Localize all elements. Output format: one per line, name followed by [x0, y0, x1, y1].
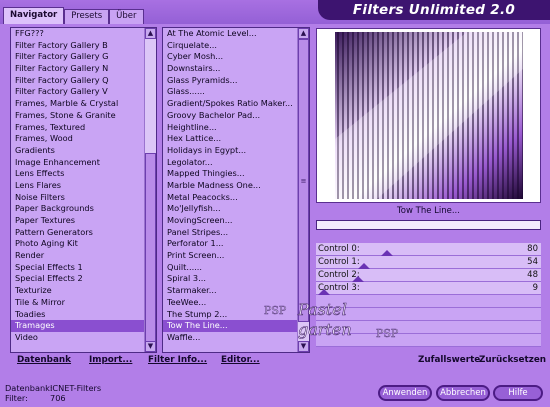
svg-text:Pastel: Pastel — [297, 300, 347, 319]
tab-ueber[interactable]: Über — [109, 9, 144, 24]
zufallswerte-button[interactable]: Zufallswerte — [418, 355, 480, 365]
category-item[interactable]: Toadies — [11, 309, 156, 321]
preview-image — [316, 28, 541, 203]
category-item[interactable]: Image Enhancement — [11, 157, 156, 169]
watermark-logo: PSP Pastel garten PSP — [264, 300, 399, 341]
category-item[interactable]: Video — [11, 332, 156, 344]
filter-item[interactable]: Print Screen... — [163, 250, 309, 262]
filter-item[interactable]: At The Atomic Level... — [163, 28, 309, 40]
filter-item[interactable]: Groovy Bachelor Pad... — [163, 110, 309, 122]
scroll-up-icon[interactable]: ▲ — [298, 28, 309, 39]
category-item[interactable]: Filter Factory Gallery G — [11, 51, 156, 63]
preview-graphic — [335, 32, 523, 199]
category-item[interactable]: Gradients — [11, 145, 156, 157]
filter-item[interactable]: Legolator... — [163, 157, 309, 169]
tab-navigator[interactable]: Navigator — [3, 7, 65, 24]
filter-item[interactable]: Mapped Thingies... — [163, 168, 309, 180]
scroll-thumb[interactable]: ≡ — [298, 39, 309, 322]
category-item[interactable]: Frames, Textured — [11, 122, 156, 134]
control-2-slider[interactable]: Control 2: 48 — [316, 269, 541, 282]
category-item[interactable]: Filter Factory Gallery V — [11, 86, 156, 98]
filter-item[interactable]: Mo'Jellyfish... — [163, 203, 309, 215]
filter-info-button[interactable]: Filter Info... — [148, 355, 207, 365]
control-value: 9 — [532, 283, 538, 293]
category-item[interactable]: Tramages — [11, 320, 156, 332]
category-item[interactable]: Filter Factory Gallery N — [11, 63, 156, 75]
category-item[interactable]: Pattern Generators — [11, 227, 156, 239]
control-label: Control 0: — [318, 244, 360, 254]
svg-text:PSP: PSP — [376, 327, 399, 340]
category-scrollbar[interactable]: ▲ ▼ — [144, 28, 156, 352]
filter-count-value: 706 — [50, 393, 66, 403]
filter-item[interactable]: Quilt...... — [163, 262, 309, 274]
scroll-thumb[interactable] — [145, 153, 156, 349]
control-value: 80 — [527, 244, 538, 254]
filter-item[interactable]: Gradient/Spokes Ratio Maker... — [163, 98, 309, 110]
progress-bar — [316, 220, 541, 230]
category-item[interactable]: Tile & Mirror — [11, 297, 156, 309]
datenbank-label: Datenbank: — [5, 383, 53, 393]
datenbank-value: ICNET-Filters — [50, 383, 102, 393]
control-label: Control 1: — [318, 257, 360, 267]
control-value: 54 — [527, 257, 538, 267]
control-0-slider[interactable]: Control 0: 80 — [316, 243, 541, 256]
filter-item[interactable]: Marble Madness One... — [163, 180, 309, 192]
category-item[interactable]: FFG??? — [11, 28, 156, 40]
category-item[interactable]: Frames, Marble & Crystal — [11, 98, 156, 110]
preview-filter-name: Tow The Line... — [397, 206, 460, 216]
datenbank-button[interactable]: Datenbank — [17, 355, 71, 365]
zuruecksetzen-button[interactable]: Zurücksetzen — [479, 355, 546, 365]
app-title: Filters Unlimited 2.0 — [318, 0, 550, 20]
category-item[interactable]: Special Effects 2 — [11, 273, 156, 285]
category-item[interactable]: Filter Factory Gallery B — [11, 40, 156, 52]
filter-item[interactable]: MovingScreen... — [163, 215, 309, 227]
category-item[interactable]: Special Effects 1 — [11, 262, 156, 274]
filter-item[interactable]: Cirquelate... — [163, 40, 309, 52]
filter-item[interactable]: Holidays in Egypt... — [163, 145, 309, 157]
category-item[interactable]: Frames, Stone & Granite — [11, 110, 156, 122]
abbrechen-button[interactable]: Abbrechen — [436, 385, 490, 401]
category-item[interactable]: Paper Backgrounds — [11, 203, 156, 215]
category-list[interactable]: FFG??? Filter Factory Gallery B Filter Fac… — [10, 27, 157, 353]
scroll-down-icon[interactable]: ▼ — [298, 341, 309, 352]
filter-item[interactable]: Starmaker... — [163, 285, 309, 297]
filter-item[interactable]: Hex Lattice... — [163, 133, 309, 145]
category-item[interactable]: Filter Factory Gallery Q — [11, 75, 156, 87]
hilfe-button[interactable]: Hilfe — [493, 385, 543, 401]
filter-item[interactable]: Glass...... — [163, 86, 309, 98]
filter-item[interactable]: Spiral 3... — [163, 273, 309, 285]
category-item[interactable]: Frames, Wood — [11, 133, 156, 145]
filter-item[interactable]: Panel Stripes... — [163, 227, 309, 239]
svg-text:garten: garten — [298, 320, 352, 339]
status-area: Datenbank:ICNET-Filters Filter: 706 — [5, 383, 101, 403]
category-item[interactable]: Render — [11, 250, 156, 262]
control-1-slider[interactable]: Control 1: 54 — [316, 256, 541, 269]
category-item[interactable]: Lens Flares — [11, 180, 156, 192]
tab-strip: Navigator Presets Über — [3, 7, 144, 24]
editor-button[interactable]: Editor... — [221, 355, 260, 365]
filter-item[interactable]: Cyber Mosh... — [163, 51, 309, 63]
control-value: 48 — [527, 270, 538, 280]
category-item[interactable]: Lens Effects — [11, 168, 156, 180]
filter-item[interactable]: Glass Pyramids... — [163, 75, 309, 87]
filter-count-label: Filter: — [5, 393, 28, 403]
filter-item[interactable]: Perforator 1... — [163, 238, 309, 250]
filter-item[interactable]: Heightline... — [163, 122, 309, 134]
import-button[interactable]: Import... — [89, 355, 132, 365]
filter-item[interactable]: Downstairs... — [163, 63, 309, 75]
scroll-up-icon[interactable]: ▲ — [145, 28, 156, 39]
anwenden-button[interactable]: Anwenden — [378, 385, 432, 401]
action-link-row: Datenbank Import... Filter Info... Edito… — [0, 352, 550, 370]
category-item[interactable]: Paper Textures — [11, 215, 156, 227]
scroll-down-icon[interactable]: ▼ — [145, 341, 156, 352]
svg-text:PSP: PSP — [264, 304, 287, 317]
control-3-slider[interactable]: Control 3: 9 — [316, 282, 541, 295]
category-item[interactable]: Noise Filters — [11, 192, 156, 204]
filter-item[interactable]: Metal Peacocks... — [163, 192, 309, 204]
category-item[interactable]: Photo Aging Kit — [11, 238, 156, 250]
category-item[interactable]: Texturize — [11, 285, 156, 297]
tab-presets[interactable]: Presets — [64, 9, 110, 24]
